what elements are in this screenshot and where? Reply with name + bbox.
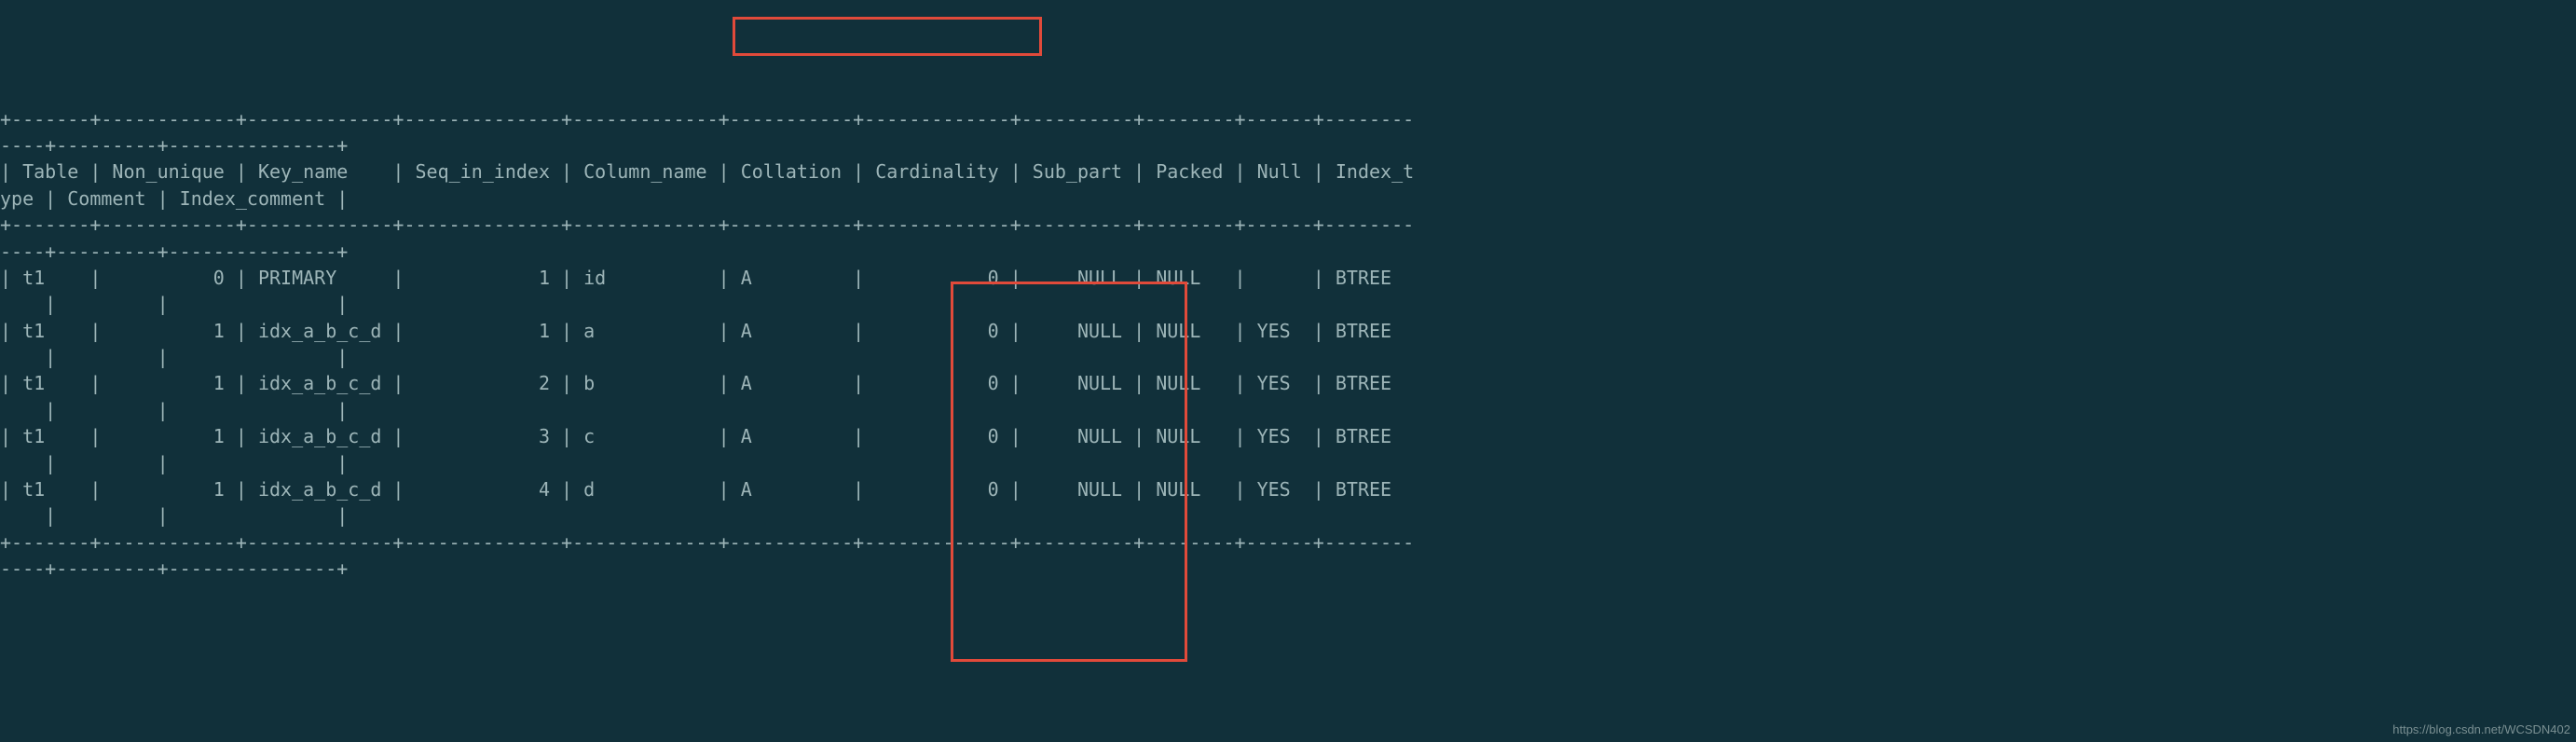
watermark-text: https://blog.csdn.net/WCSDN402 (2392, 721, 2570, 738)
terminal-output: +-------+------------+-------------+----… (0, 108, 1414, 581)
highlight-seq-in-index-header (733, 17, 1042, 56)
